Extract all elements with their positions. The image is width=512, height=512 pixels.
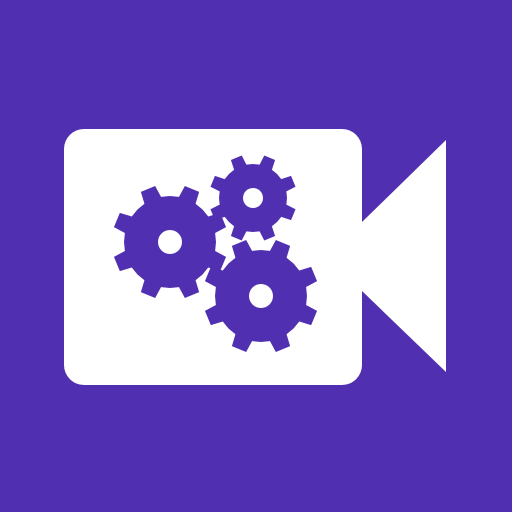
gear-top-hole xyxy=(243,188,263,208)
video-camera-settings-icon xyxy=(0,0,512,512)
gear-left-hole xyxy=(158,230,182,254)
app-icon xyxy=(0,0,512,512)
gear-bottom-hole xyxy=(249,284,273,308)
